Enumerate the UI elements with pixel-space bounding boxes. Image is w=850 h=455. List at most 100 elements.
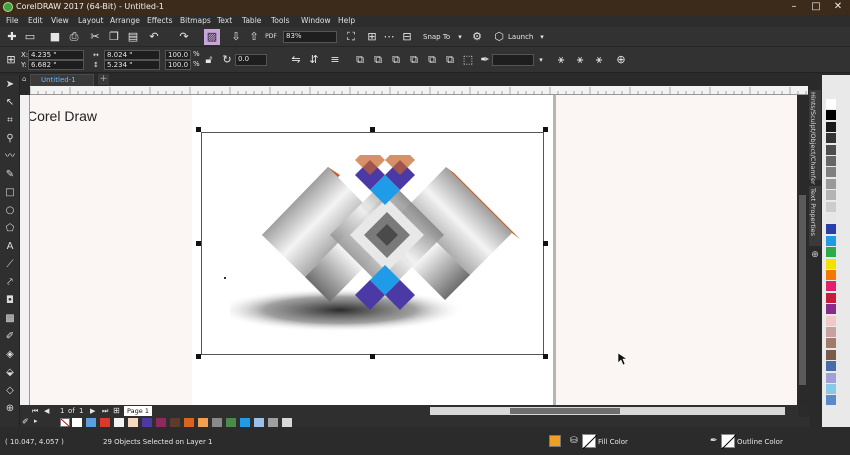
new-document-icon[interactable]: ✚ bbox=[4, 29, 20, 45]
palette-swatch[interactable] bbox=[826, 372, 836, 383]
add-page-icon[interactable]: ⊞ bbox=[113, 406, 120, 415]
palette-swatch[interactable] bbox=[826, 395, 836, 406]
palette-swatch[interactable] bbox=[254, 418, 264, 427]
scale-width-field[interactable]: 100.0 bbox=[165, 50, 191, 60]
palette-swatch[interactable] bbox=[826, 190, 836, 201]
menu-file[interactable]: File bbox=[6, 16, 19, 25]
open-icon[interactable]: ▭ bbox=[22, 29, 38, 45]
next-page-icon[interactable]: ▶ bbox=[90, 407, 95, 415]
zoom-tool-icon[interactable]: ⚲ bbox=[2, 131, 18, 147]
palette-swatch[interactable] bbox=[826, 247, 836, 258]
horizontal-scroll-thumb[interactable] bbox=[510, 408, 620, 414]
mirror-vertical-icon[interactable]: ⇵ bbox=[306, 52, 322, 68]
vertical-scroll-thumb[interactable] bbox=[799, 195, 806, 385]
no-color-swatch[interactable] bbox=[60, 418, 71, 428]
outline-pen-icon[interactable]: ◇ bbox=[2, 383, 18, 399]
import-icon[interactable]: ⇩ bbox=[228, 29, 244, 45]
menu-bitmaps[interactable]: Bitmaps bbox=[180, 16, 211, 25]
horizontal-scrollbar[interactable] bbox=[430, 407, 785, 415]
selection-handle-nw[interactable] bbox=[196, 127, 201, 132]
document-tab[interactable]: Untitled-1 bbox=[30, 74, 94, 86]
palette-swatch[interactable] bbox=[826, 315, 836, 326]
shadow-tool-icon[interactable]: ◘ bbox=[2, 293, 18, 309]
palette-swatch[interactable] bbox=[826, 121, 836, 132]
palette-swatch[interactable] bbox=[826, 224, 836, 235]
maximize-icon[interactable]: □ bbox=[808, 1, 824, 13]
palette-swatch[interactable] bbox=[826, 338, 836, 349]
add-icon[interactable]: ⊕ bbox=[613, 52, 629, 68]
show-grid-icon[interactable]: ⋯ bbox=[381, 29, 397, 45]
palette-swatch[interactable] bbox=[226, 418, 236, 427]
palette-swatch[interactable] bbox=[826, 235, 836, 246]
outline-width-field[interactable] bbox=[492, 54, 534, 66]
palette-swatch[interactable] bbox=[198, 418, 208, 427]
cut-icon[interactable]: ✂ bbox=[87, 29, 103, 45]
smart-fill-icon[interactable]: ⬙ bbox=[2, 365, 18, 381]
pen-outline-icon[interactable]: ✒ bbox=[477, 52, 493, 68]
new-tab-icon[interactable]: + bbox=[98, 74, 109, 85]
palette-swatch[interactable] bbox=[826, 327, 836, 337]
palette-swatch[interactable] bbox=[826, 361, 836, 372]
redo-icon[interactable]: ↷ bbox=[176, 29, 192, 45]
object-origin-icon[interactable]: ⊞ bbox=[3, 52, 19, 68]
height-field[interactable]: 5.234 " bbox=[104, 60, 160, 70]
undo-icon[interactable]: ↶ bbox=[146, 29, 162, 45]
palette-swatch[interactable] bbox=[100, 418, 110, 427]
eyedropper-tool-icon[interactable]: ✐ bbox=[2, 329, 18, 345]
palette-swatch[interactable] bbox=[142, 418, 152, 427]
options-gear-icon[interactable]: ⚙ bbox=[469, 29, 485, 45]
drawing-canvas[interactable]: Corel Draw bbox=[30, 95, 797, 405]
snap-dropdown-icon[interactable]: ▾ bbox=[452, 29, 468, 45]
ellipse-tool-icon[interactable]: ○ bbox=[2, 203, 18, 219]
palette-swatch[interactable] bbox=[268, 418, 278, 427]
transparency-tool-icon[interactable]: ▩ bbox=[2, 311, 18, 327]
palette-swatch[interactable] bbox=[826, 167, 836, 178]
canvas-text[interactable]: Corel Draw bbox=[30, 108, 97, 124]
document-color-icon[interactable] bbox=[549, 435, 561, 447]
lock-ratio-icon[interactable]: 🔓︎ bbox=[201, 52, 217, 68]
vertical-scrollbar[interactable] bbox=[797, 95, 808, 405]
width-field[interactable]: 8.024 " bbox=[104, 50, 160, 60]
palette-swatch[interactable] bbox=[826, 304, 836, 315]
copy-icon[interactable]: ❐ bbox=[106, 29, 122, 45]
mirror-horizontal-icon[interactable]: ⇋ bbox=[288, 52, 304, 68]
convert-to-curves-icon[interactable]: ⚹ bbox=[572, 52, 588, 68]
interactive-fill-icon[interactable]: ◈ bbox=[2, 347, 18, 363]
menu-edit[interactable]: Edit bbox=[28, 16, 43, 25]
show-guidelines-icon[interactable]: ⊟ bbox=[399, 29, 415, 45]
menu-help[interactable]: Help bbox=[338, 16, 355, 25]
docker-tab-hints[interactable]: Hints/Sculpt/Object/Chamfer bbox=[809, 90, 821, 185]
palette-swatch[interactable] bbox=[184, 418, 194, 427]
palette-swatch[interactable] bbox=[170, 418, 180, 427]
palette-swatch[interactable] bbox=[826, 156, 836, 166]
freehand-tool-icon[interactable]: 〰 bbox=[2, 149, 18, 165]
front-minus-back-icon[interactable]: ⧉ bbox=[424, 52, 440, 68]
diamond-logo-artwork[interactable] bbox=[230, 155, 530, 340]
menu-layout[interactable]: Layout bbox=[78, 16, 104, 25]
boundary-icon[interactable]: ⬚ bbox=[460, 52, 476, 68]
crop-tool-icon[interactable]: ⌗ bbox=[2, 113, 18, 129]
menu-text[interactable]: Text bbox=[217, 16, 232, 25]
palette-swatch[interactable] bbox=[826, 384, 836, 394]
palette-swatch[interactable] bbox=[240, 418, 250, 427]
text-tool-icon[interactable]: A bbox=[2, 239, 18, 255]
palette-swatch[interactable] bbox=[826, 133, 836, 144]
palette-swatch[interactable] bbox=[826, 281, 836, 292]
docker-add-icon[interactable]: ⊕ bbox=[810, 250, 820, 260]
x-position-field[interactable]: 4.235 " bbox=[28, 50, 84, 60]
menu-view[interactable]: View bbox=[51, 16, 69, 25]
palette-options-icon[interactable]: ▸ bbox=[34, 417, 38, 425]
page-tab[interactable]: Page 1 bbox=[124, 406, 152, 416]
scale-height-field[interactable]: 100.0 bbox=[165, 60, 191, 70]
artistic-media-icon[interactable]: ✎ bbox=[2, 167, 18, 183]
selection-handle-e[interactable] bbox=[543, 241, 548, 246]
docker-tab-text-properties[interactable]: Text Properties bbox=[809, 186, 821, 246]
menu-table[interactable]: Table bbox=[242, 16, 261, 25]
prev-page-icon[interactable]: ◀ bbox=[44, 407, 49, 415]
align-distribute-icon[interactable]: ≡ bbox=[327, 52, 343, 68]
close-icon[interactable]: ✕ bbox=[830, 1, 846, 13]
show-rulers-icon[interactable]: ⊞ bbox=[364, 29, 380, 45]
back-minus-front-icon[interactable]: ⧉ bbox=[442, 52, 458, 68]
selection-handle-se[interactable] bbox=[543, 354, 548, 359]
palette-swatch[interactable] bbox=[156, 418, 166, 427]
